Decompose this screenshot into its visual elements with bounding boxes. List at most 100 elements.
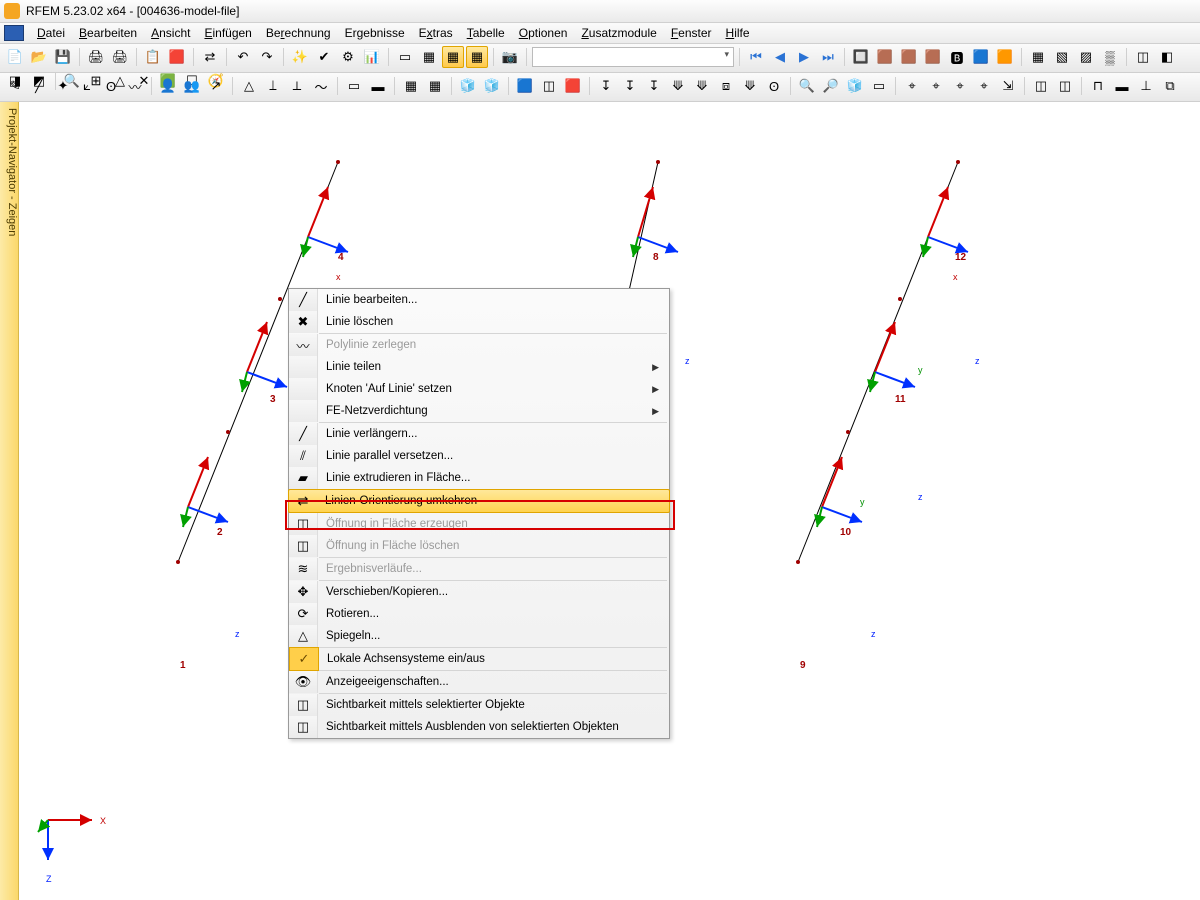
- ctx-delete-line[interactable]: ✖Linie löschen: [289, 311, 669, 333]
- new-icon[interactable]: 📄: [4, 46, 26, 68]
- ctx-mirror[interactable]: △Spiegeln...: [289, 625, 669, 647]
- t2-6-icon[interactable]: 〰: [124, 75, 146, 97]
- ctx-visibility-selected[interactable]: ◫Sichtbarkeit mittels selektierter Objek…: [289, 694, 669, 716]
- t2-3-icon[interactable]: ✦: [52, 75, 74, 97]
- nav3-icon[interactable]: ▶: [793, 46, 815, 68]
- t2-41-icon[interactable]: ◫: [1054, 75, 1076, 97]
- loadcase-dropdown[interactable]: [532, 47, 734, 67]
- t2-4-icon[interactable]: ⟀: [76, 75, 98, 97]
- redo-icon[interactable]: ↷: [256, 46, 278, 68]
- res-icon[interactable]: 📊: [361, 46, 383, 68]
- app-logo-icon[interactable]: [4, 25, 24, 41]
- t2-15-icon[interactable]: ▬: [367, 75, 389, 97]
- t2-18-icon[interactable]: 🧊: [457, 75, 479, 97]
- nav4-icon[interactable]: ⏭: [817, 46, 839, 68]
- t2-12-icon[interactable]: ⟂: [286, 75, 308, 97]
- t2-25-icon[interactable]: ↧: [643, 75, 665, 97]
- t2-45-icon[interactable]: ⧉: [1159, 75, 1181, 97]
- menu-extras[interactable]: Extras: [412, 25, 460, 41]
- g-icon[interactable]: 🟧: [994, 46, 1016, 68]
- t2-36-icon[interactable]: ⌖: [925, 75, 947, 97]
- l-icon[interactable]: ◫: [1132, 46, 1154, 68]
- check-icon[interactable]: ✔: [313, 46, 335, 68]
- h-icon[interactable]: ▦: [1027, 46, 1049, 68]
- t2-32-icon[interactable]: 🔎: [820, 75, 842, 97]
- ctx-display-props[interactable]: 👁Anzeigeeigenschaften...: [289, 671, 669, 693]
- t2-44-icon[interactable]: ⊥: [1135, 75, 1157, 97]
- t2-38-icon[interactable]: ⌖: [973, 75, 995, 97]
- menu-hilfe[interactable]: Hilfe: [719, 25, 757, 41]
- menu-optionen[interactable]: Optionen: [512, 25, 575, 41]
- d-icon[interactable]: 🟫: [922, 46, 944, 68]
- ctx-rotate[interactable]: ⟳Rotieren...: [289, 603, 669, 625]
- menu-fenster[interactable]: Fenster: [664, 25, 719, 41]
- printv-icon[interactable]: 🖨: [109, 46, 131, 68]
- t2-19-icon[interactable]: 🧊: [481, 75, 503, 97]
- undo-icon[interactable]: ↶: [232, 46, 254, 68]
- t2-8-icon[interactable]: 👥: [181, 75, 203, 97]
- copy-icon[interactable]: 📋: [142, 46, 164, 68]
- t2-34-icon[interactable]: ▭: [868, 75, 890, 97]
- t2-5-icon[interactable]: ʘ: [100, 75, 122, 97]
- menu-einfuegen[interactable]: Einfügen: [197, 25, 258, 41]
- e-icon[interactable]: 🅱: [946, 46, 968, 68]
- t2-20-icon[interactable]: 🟦: [514, 75, 536, 97]
- c-icon[interactable]: 🟫: [898, 46, 920, 68]
- calc-icon[interactable]: ⚙: [337, 46, 359, 68]
- ctx-local-axes-toggle[interactable]: ✓Lokale Achsensysteme ein/aus: [289, 648, 669, 670]
- t2-9-icon[interactable]: ↗: [205, 75, 227, 97]
- sel-icon[interactable]: ▭: [394, 46, 416, 68]
- t2-11-icon[interactable]: ⟘: [262, 75, 284, 97]
- viewport[interactable]: Projekt-Navigator - Zeigen: [0, 102, 1200, 900]
- wand-icon[interactable]: ✨: [289, 46, 311, 68]
- menu-tabelle[interactable]: Tabelle: [460, 25, 512, 41]
- t2-28-icon[interactable]: ⧈: [715, 75, 737, 97]
- ctx-extrude-line[interactable]: ▰Linie extrudieren in Fläche...: [289, 467, 669, 489]
- ctx-edit-line[interactable]: ╱Linie bearbeiten...: [289, 289, 669, 311]
- t2-21-icon[interactable]: ◫: [538, 75, 560, 97]
- nav2-icon[interactable]: ◀: [769, 46, 791, 68]
- grid2-icon[interactable]: ▦: [466, 46, 488, 68]
- t2-22-icon[interactable]: 🟥: [562, 75, 584, 97]
- project-navigator-tab[interactable]: Projekt-Navigator - Zeigen: [0, 102, 19, 900]
- t2-30-icon[interactable]: ʘ: [763, 75, 785, 97]
- i-icon[interactable]: ▧: [1051, 46, 1073, 68]
- nav1-icon[interactable]: ⏮: [745, 46, 767, 68]
- t2-2-icon[interactable]: ╱: [28, 75, 50, 97]
- tbl-icon[interactable]: ▦: [418, 46, 440, 68]
- b-icon[interactable]: 🟫: [874, 46, 896, 68]
- k-icon[interactable]: ▒: [1099, 46, 1121, 68]
- j-icon[interactable]: ▨: [1075, 46, 1097, 68]
- block-icon[interactable]: 🟥: [166, 46, 188, 68]
- units-icon[interactable]: ⇄: [199, 46, 221, 68]
- save-icon[interactable]: 💾: [52, 46, 74, 68]
- a-icon[interactable]: 🔲: [850, 46, 872, 68]
- menu-ansicht[interactable]: Ansicht: [144, 25, 197, 41]
- ctx-move-copy[interactable]: ✥Verschieben/Kopieren...: [289, 581, 669, 603]
- t2-37-icon[interactable]: ⌖: [949, 75, 971, 97]
- t2-17-icon[interactable]: ▦: [424, 75, 446, 97]
- t2-26-icon[interactable]: ⟱: [667, 75, 689, 97]
- t2-7-icon[interactable]: 👤: [157, 75, 179, 97]
- grid1-icon[interactable]: ▦: [442, 46, 464, 68]
- t2-1-icon[interactable]: ✎: [4, 75, 26, 97]
- t2-23-icon[interactable]: ↧: [595, 75, 617, 97]
- menu-datei[interactable]: Datei: [30, 25, 72, 41]
- t2-35-icon[interactable]: ⌖: [901, 75, 923, 97]
- t2-29-icon[interactable]: ⟱: [739, 75, 761, 97]
- ctx-node-on-line[interactable]: Knoten 'Auf Linie' setzen▶: [289, 378, 669, 400]
- open-icon[interactable]: 📂: [28, 46, 50, 68]
- m-icon[interactable]: ◧: [1156, 46, 1178, 68]
- t2-43-icon[interactable]: ▬: [1111, 75, 1133, 97]
- ctx-extend-line[interactable]: ╱Linie verlängern...: [289, 423, 669, 445]
- ctx-visibility-hide[interactable]: ◫Sichtbarkeit mittels Ausblenden von sel…: [289, 716, 669, 738]
- t2-39-icon[interactable]: ⇲: [997, 75, 1019, 97]
- ctx-reverse-orientation[interactable]: ⇄Linien-Orientierung umkehren: [288, 489, 670, 513]
- t2-13-icon[interactable]: 〜: [310, 75, 332, 97]
- f-icon[interactable]: 🟦: [970, 46, 992, 68]
- t2-42-icon[interactable]: ⊓: [1087, 75, 1109, 97]
- ctx-fe-mesh[interactable]: FE-Netzverdichtung▶: [289, 400, 669, 422]
- t2-24-icon[interactable]: ↧: [619, 75, 641, 97]
- ctx-offset-line[interactable]: ⫽Linie parallel versetzen...: [289, 445, 669, 467]
- t2-27-icon[interactable]: ⟱: [691, 75, 713, 97]
